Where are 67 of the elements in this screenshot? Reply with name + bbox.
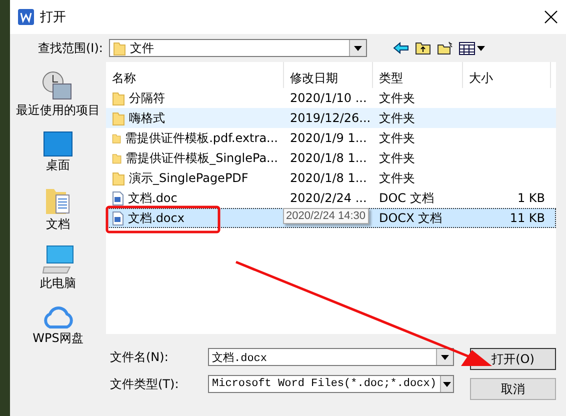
file-name-field[interactable]: 文档.docx: [208, 348, 454, 366]
dropdown-arrow-icon[interactable]: [441, 354, 449, 360]
file-row[interactable]: 文档.docx 2020/2/24 14:30 DOCX 文档 11 KB: [106, 208, 556, 228]
column-header[interactable]: 修改日期: [284, 62, 373, 88]
file-type-label: 文件类型(T):: [110, 376, 180, 392]
open-button[interactable]: 打开(O): [470, 348, 556, 370]
folder-icon: [112, 170, 125, 186]
place-label[interactable]: 此电脑: [40, 275, 76, 292]
folder-icon: [112, 90, 125, 106]
modified-date: 2020/1/9 1...: [290, 131, 367, 145]
file-row[interactable]: 需提供证件模板.pdf.extra... 2020/1/9 1... 文件夹: [106, 128, 556, 148]
file-type: DOC 文档: [379, 190, 434, 206]
modified-date: 2020/1/8 1...: [290, 151, 367, 165]
column-header[interactable]: 类型: [373, 62, 463, 88]
file-name: 文档.doc: [128, 190, 178, 206]
up-folder-icon[interactable]: [414, 41, 431, 55]
file-row[interactable]: 嗨格式 2019/12/26... 文件夹: [106, 108, 556, 128]
file-name-label: 文件名(N):: [110, 348, 170, 366]
file-name: 演示_SinglePagePDF: [129, 170, 248, 186]
place-label[interactable]: 文档: [46, 216, 70, 233]
place-label[interactable]: 最近使用的项目: [16, 102, 100, 119]
dropdown-arrow-icon[interactable]: [354, 46, 362, 50]
view-menu-icon[interactable]: [458, 42, 485, 54]
desktop-icon: [43, 131, 73, 157]
date-tooltip: 2020/2/24 14:30: [283, 208, 369, 224]
look-in-dropdown[interactable]: 文件: [108, 39, 367, 57]
word-app-icon: [18, 9, 34, 25]
modified-date: 2020/1/10 ...: [290, 91, 367, 105]
close-icon[interactable]: [544, 10, 558, 24]
cancel-button[interactable]: 取消: [470, 378, 556, 400]
modified-date: 2020/1/8 1...: [290, 171, 367, 185]
computer-icon: [42, 245, 74, 275]
file-type: DOCX 文档: [379, 210, 442, 226]
file-type: 文件夹: [379, 90, 415, 106]
file-name: 分隔符: [129, 90, 165, 106]
folder-icon: [112, 40, 126, 56]
word-document-icon: [112, 210, 124, 226]
column-header[interactable]: 名称: [106, 62, 284, 88]
cloud-icon: [41, 304, 75, 330]
place-label[interactable]: WPS网盘: [32, 330, 84, 347]
file-row[interactable]: 文档.doc 2020/2/24 ... DOC 文档 1 KB: [106, 188, 556, 208]
modified-date: 2019/12/26...: [290, 111, 371, 125]
file-size: 11 KB: [510, 211, 545, 225]
file-type-dropdown[interactable]: Microsoft Word Files(*.doc;*.docx): [208, 375, 454, 393]
file-row[interactable]: 需提供证件模板_SinglePa... 2020/1/8 1... 文件夹: [106, 148, 556, 168]
file-row[interactable]: 分隔符 2020/1/10 ... 文件夹: [106, 88, 556, 108]
documents-folder-icon: [45, 186, 71, 216]
file-type: 文件夹: [379, 170, 415, 186]
column-header[interactable]: 大小: [463, 62, 551, 88]
file-name: 需提供证件模板.pdf.extra...: [125, 130, 278, 146]
window-title: 打开: [40, 9, 67, 26]
place-label[interactable]: 桌面: [46, 157, 70, 174]
file-name: 嗨格式: [129, 110, 165, 126]
file-type: 文件夹: [379, 150, 415, 166]
file-row[interactable]: 演示_SinglePagePDF 2020/1/8 1... 文件夹: [106, 168, 556, 188]
modified-date: 2020/2/24 ...: [290, 191, 367, 205]
word-document-icon: [112, 190, 124, 206]
look-in-label: 查找范围(I):: [38, 40, 103, 56]
file-size: 1 KB: [517, 191, 545, 205]
file-type: 文件夹: [379, 110, 415, 126]
folder-icon: [112, 110, 125, 126]
file-name: 需提供证件模板_SinglePa...: [126, 150, 278, 166]
dropdown-arrow-icon[interactable]: [443, 382, 452, 386]
back-arrow-icon[interactable]: [392, 42, 409, 54]
new-folder-icon[interactable]: [436, 41, 453, 55]
file-type: 文件夹: [379, 130, 415, 146]
file-name: 文档.docx: [128, 210, 184, 226]
